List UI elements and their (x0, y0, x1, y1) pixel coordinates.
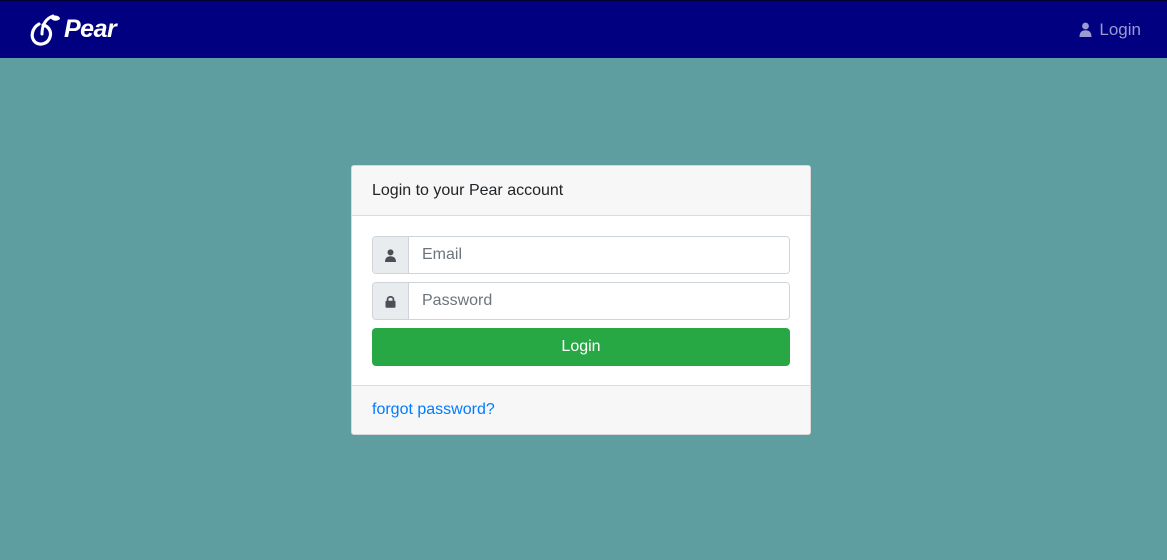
login-card-footer: forgot password? (352, 385, 810, 434)
login-card: Login to your Pear account Login forgo (351, 165, 811, 435)
user-icon (385, 248, 396, 262)
login-card-header: Login to your Pear account (352, 166, 810, 216)
password-field[interactable] (409, 283, 789, 319)
password-input-group (372, 282, 790, 320)
lock-icon (385, 295, 396, 308)
nav-login-label: Login (1099, 19, 1141, 39)
email-input-group (372, 236, 790, 274)
email-addon (373, 237, 409, 273)
forgot-password-link[interactable]: forgot password? (372, 401, 495, 419)
pear-logo-icon (30, 14, 60, 46)
nav-login-link[interactable]: Login (1079, 20, 1141, 40)
login-button[interactable]: Login (372, 328, 790, 366)
password-addon (373, 283, 409, 319)
navbar: Pear Login (0, 0, 1167, 58)
login-card-title: Login to your Pear account (372, 181, 564, 199)
login-form: Login (352, 216, 810, 386)
brand-link[interactable]: Pear (27, 13, 117, 47)
email-field[interactable] (409, 237, 789, 273)
brand-name: Pear (64, 15, 117, 43)
user-icon (1079, 22, 1092, 37)
